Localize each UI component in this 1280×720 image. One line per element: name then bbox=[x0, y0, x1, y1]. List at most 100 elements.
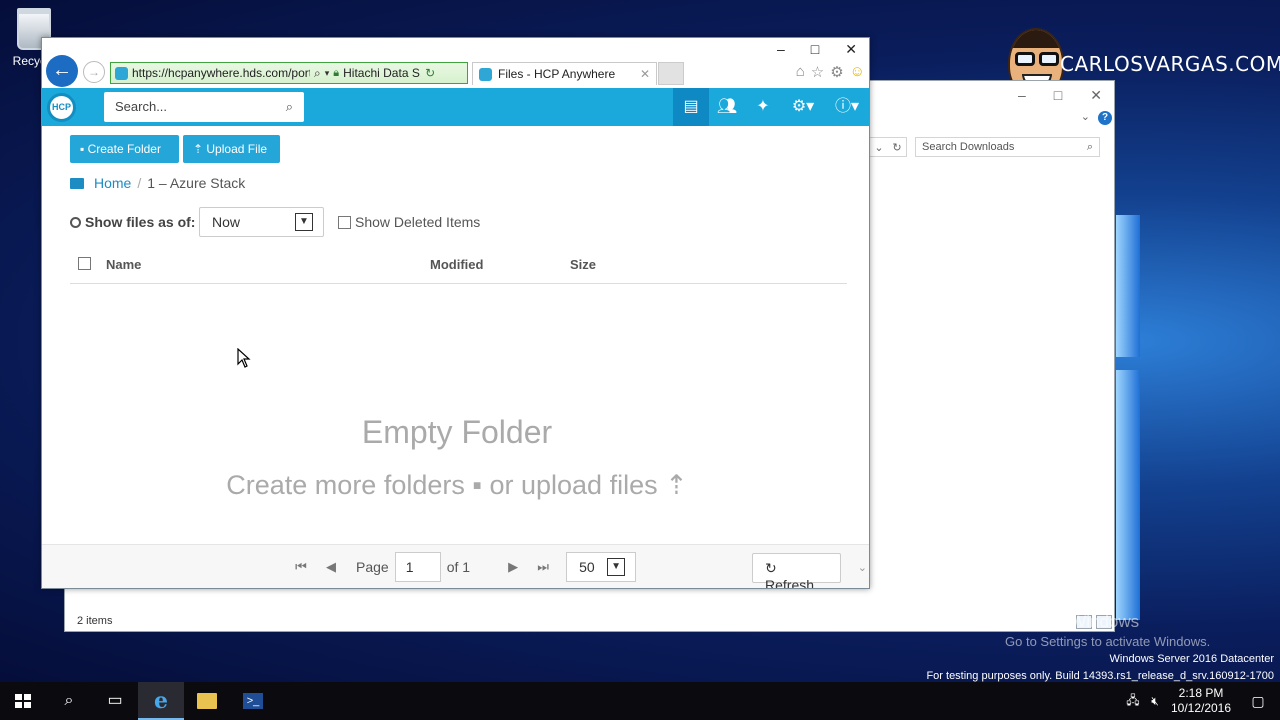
chevron-down-icon[interactable]: ⌄ bbox=[1081, 110, 1090, 123]
minimize-icon[interactable]: – bbox=[777, 41, 785, 58]
search-icon: ⌕ bbox=[1086, 141, 1093, 153]
search-icon[interactable]: ⌕ bbox=[314, 66, 321, 81]
favorites-star-icon[interactable]: ☆ bbox=[811, 63, 824, 81]
chevron-down-icon[interactable]: ▼ bbox=[295, 213, 313, 231]
show-files-select[interactable]: Now ▼ bbox=[199, 207, 324, 237]
refresh-label: Refresh bbox=[765, 577, 815, 589]
activity-nav-icon[interactable]: ✦ bbox=[745, 88, 781, 126]
browser-tab[interactable]: Files - HCP Anywhere ✕ bbox=[472, 62, 657, 85]
wallpaper-light-beam bbox=[1116, 215, 1140, 357]
volume-muted-icon[interactable]: 🔇︎ bbox=[1144, 694, 1166, 709]
show-deleted-label: Show Deleted Items bbox=[355, 214, 481, 230]
page-number-input[interactable]: 1 bbox=[394, 552, 441, 582]
activate-windows-subtitle: Go to Settings to activate Windows. bbox=[1005, 634, 1211, 649]
pager: ⏮ ◀ Page 1 of 1 ▶ ⏭ 50 ▼ bbox=[286, 552, 637, 582]
new-tab-button[interactable] bbox=[658, 62, 684, 85]
first-page-icon[interactable]: ⏮ bbox=[286, 559, 316, 575]
settings-gear-icon[interactable]: ⚙▾ bbox=[781, 88, 825, 126]
page-size-value: 50 bbox=[579, 559, 595, 575]
feedback-smiley-icon[interactable]: ☺ bbox=[850, 63, 865, 81]
info-icon[interactable]: ⓘ▾ bbox=[825, 88, 869, 126]
upload-file-label: Upload File bbox=[206, 142, 268, 156]
task-view-button[interactable]: ▭ bbox=[92, 682, 138, 720]
file-table-header: Name Modified Size bbox=[70, 256, 847, 284]
select-all-checkbox[interactable] bbox=[78, 257, 91, 270]
clock-icon bbox=[70, 216, 81, 228]
refresh-icon[interactable]: ↻ bbox=[892, 141, 901, 154]
clock-date: 10/12/2016 bbox=[1170, 701, 1232, 715]
search-downloads-input[interactable]: Search Downloads ⌕ bbox=[915, 137, 1100, 157]
notifications-icon[interactable]: ▢ bbox=[1236, 693, 1280, 710]
file-explorer-taskbar-button[interactable] bbox=[184, 682, 230, 720]
wallpaper-light-beam bbox=[1116, 370, 1140, 620]
internet-explorer-taskbar-button[interactable]: e bbox=[138, 682, 184, 720]
page-size-select[interactable]: 50 ▼ bbox=[566, 552, 637, 582]
address-bar-end[interactable]: ⌄ ↻ bbox=[869, 137, 907, 157]
back-button[interactable]: ← bbox=[46, 55, 78, 87]
taskbar-clock[interactable]: 2:18 PM 10/12/2016 bbox=[1166, 686, 1236, 716]
show-deleted-items[interactable]: Show Deleted Items bbox=[338, 214, 480, 230]
site-favicon-icon bbox=[115, 66, 128, 80]
browser-tools: ⌂ ☆ ⚙ ☺ bbox=[796, 63, 865, 81]
page-label: Page bbox=[356, 559, 389, 575]
files-nav-icon[interactable]: ▤ bbox=[673, 88, 709, 126]
chevron-down-icon[interactable]: ⌄ bbox=[874, 141, 883, 154]
clock-time: 2:18 PM bbox=[1178, 686, 1224, 700]
settings-gear-icon[interactable]: ⚙ bbox=[830, 63, 843, 81]
show-deleted-checkbox[interactable] bbox=[338, 215, 351, 229]
search-icon: ⌕ bbox=[64, 692, 74, 709]
close-icon[interactable]: ✕ bbox=[1090, 87, 1102, 104]
tab-title: Files - HCP Anywhere bbox=[498, 67, 616, 81]
minimize-icon[interactable]: – bbox=[1018, 87, 1026, 104]
create-folder-button[interactable]: ▪ Create Folder bbox=[70, 135, 179, 163]
browser-window-controls: – □ ✕ bbox=[777, 41, 857, 58]
breadcrumb-separator: / bbox=[137, 175, 142, 191]
last-page-icon[interactable]: ⏭ bbox=[528, 559, 558, 575]
search-taskbar-button[interactable]: ⌕ bbox=[46, 682, 92, 720]
empty-folder-title: Empty Folder bbox=[361, 414, 553, 450]
certificate-name[interactable]: Hitachi Data S... bbox=[343, 66, 421, 80]
upload-icon: ⇡ bbox=[665, 470, 688, 500]
windows-version-watermark: Windows Server 2016 Datacenter For testi… bbox=[926, 651, 1274, 685]
lock-icon[interactable]: 🔒︎ bbox=[333, 67, 339, 80]
refresh-icon[interactable]: ↻ bbox=[425, 66, 435, 80]
maximize-icon[interactable]: □ bbox=[811, 41, 819, 58]
powershell-taskbar-button[interactable]: >_ bbox=[230, 682, 276, 720]
search-input[interactable]: Search... ⌕ bbox=[104, 92, 304, 122]
previous-page-icon[interactable]: ◀ bbox=[316, 559, 346, 575]
forward-button[interactable]: → bbox=[83, 61, 105, 83]
page-of-total: of 1 bbox=[446, 559, 471, 575]
internet-explorer-icon: e bbox=[154, 688, 168, 714]
browser-chrome: ← → https://hcpanywhere.hds.com/porta ⌕ … bbox=[42, 38, 869, 88]
dropdown-icon[interactable]: ▾ bbox=[325, 68, 330, 79]
shared-users-nav-icon[interactable]: 👥︎ bbox=[709, 88, 745, 126]
column-modified[interactable]: Modified bbox=[430, 257, 483, 272]
site-favicon-icon bbox=[479, 67, 492, 81]
address-bar[interactable]: https://hcpanywhere.hds.com/porta ⌕ ▾ 🔒︎… bbox=[110, 62, 468, 84]
activate-windows-title: Activate Windows bbox=[1005, 612, 1140, 631]
close-tab-icon[interactable]: ✕ bbox=[640, 67, 650, 81]
address-url[interactable]: https://hcpanywhere.hds.com/porta bbox=[132, 66, 310, 80]
show-files-value: Now bbox=[212, 214, 241, 230]
column-size[interactable]: Size bbox=[570, 257, 596, 272]
search-icon[interactable]: ⌕ bbox=[286, 99, 293, 115]
maximize-icon[interactable]: □ bbox=[1054, 87, 1062, 104]
chevron-down-icon[interactable]: ▼ bbox=[607, 558, 626, 576]
column-name[interactable]: Name bbox=[106, 257, 141, 272]
close-icon[interactable]: ✕ bbox=[845, 41, 857, 58]
app-nav: ▤ 👥︎ ✦ ⚙▾ ⓘ▾ bbox=[673, 88, 869, 126]
chevron-down-icon[interactable]: ⌄ bbox=[858, 561, 867, 574]
browser-window[interactable]: ← → https://hcpanywhere.hds.com/porta ⌕ … bbox=[41, 37, 870, 589]
hcp-logo-icon[interactable]: HCP bbox=[47, 93, 76, 122]
explorer-window-controls: – □ ✕ bbox=[1018, 87, 1102, 104]
upload-file-button[interactable]: ⇡ Upload File bbox=[183, 135, 280, 163]
help-icon[interactable]: ? bbox=[1098, 111, 1112, 125]
home-icon[interactable]: ⌂ bbox=[796, 63, 805, 81]
next-page-icon[interactable]: ▶ bbox=[498, 559, 528, 575]
network-icon[interactable]: 🖧︎ bbox=[1122, 691, 1144, 712]
start-button[interactable] bbox=[0, 682, 46, 720]
folder-icon bbox=[70, 177, 84, 189]
breadcrumb-home-link[interactable]: Home bbox=[94, 175, 131, 191]
breadcrumb-current: 1 – Azure Stack bbox=[147, 175, 246, 191]
refresh-button[interactable]: ↻ Refresh bbox=[752, 553, 841, 588]
